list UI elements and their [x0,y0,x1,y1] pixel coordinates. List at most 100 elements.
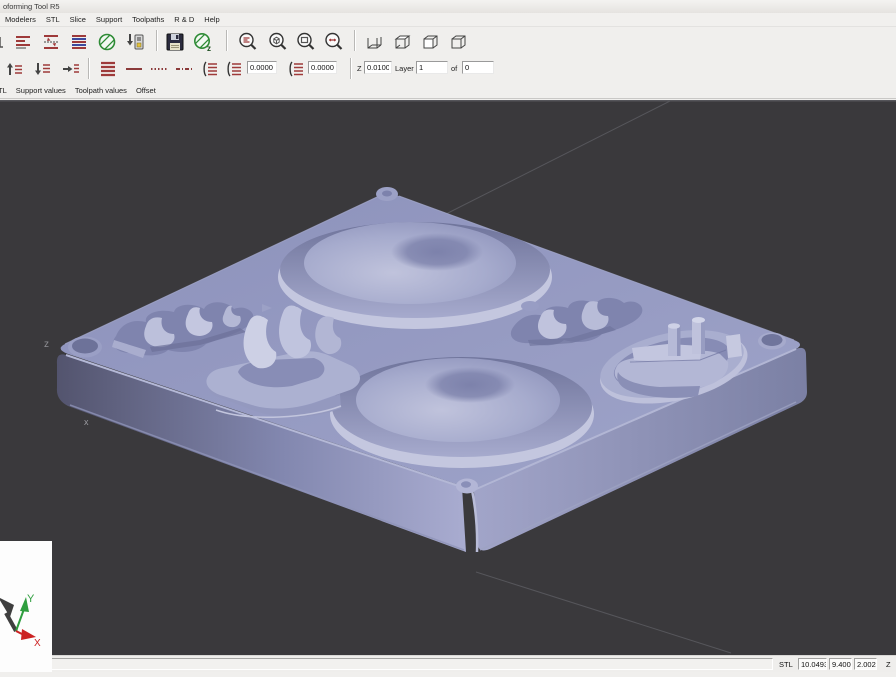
line-solid-button[interactable] [121,57,147,80]
cropped-toolbar-button[interactable] [0,29,6,54]
layer-up-icon [4,58,26,80]
slice-lines-button[interactable] [10,29,36,54]
view-box-side-icon [420,31,442,53]
line-solid-icon [123,58,145,80]
zoom-cube-button[interactable] [265,29,291,54]
y-axis-label: Y [27,593,35,605]
viewport-3d[interactable]: z x [0,100,896,655]
view-box-bottom-button[interactable] [362,29,388,54]
line-dotted-icon [148,58,170,80]
corner-hole-left [68,337,102,358]
lines-thick-button[interactable] [95,57,121,80]
cropped-icon [0,31,4,53]
status-coord-x: 10.0493 [798,658,827,670]
build-machine-button[interactable] [122,29,148,54]
zoom-slices-button[interactable] [235,29,261,54]
lines-thick-icon [97,58,119,80]
dome-cavity-upper [278,222,552,329]
hatch-circle-z-icon: z [192,31,214,53]
zoom-extents-button[interactable] [321,29,347,54]
toolbar-layers: Z Layer of [0,56,896,82]
bracket-lines-button[interactable] [197,57,223,80]
wire-x-label: x [84,417,89,427]
slice-end-field[interactable] [308,61,337,74]
status-bar: STL 10.0493 9.4006 2.0024 Z [0,655,896,672]
menu-rd[interactable]: R & D [169,15,199,24]
y-axis-arrow [16,609,24,631]
slice-end-button[interactable] [283,57,309,80]
z-label: Z [357,64,362,73]
axis-indicator-panel: Y X [0,541,52,672]
build-machine-icon [124,31,146,53]
z-step-field[interactable] [364,61,392,74]
line-dotted-button[interactable] [146,57,172,80]
menu-slice[interactable]: Slice [65,15,91,24]
toolbar-separator [88,58,90,79]
toolbar-separator [226,30,228,51]
line-dashdot-button[interactable] [171,57,197,80]
save-icon [164,31,186,53]
model-render: z x [0,100,896,655]
layer-up-button[interactable] [2,57,28,80]
layer-down-icon [32,58,54,80]
tab-toolpath-values[interactable]: Toolpath values [75,86,127,95]
slice-lines-icon [12,31,34,53]
window-titlebar[interactable]: oforming Tool R5 [0,0,896,13]
layer-down-button[interactable] [30,57,56,80]
slice-start-icon [223,58,245,80]
corner-boss-top [376,187,398,201]
view-box-top-button[interactable] [390,29,416,54]
view-box-bottom-icon [364,31,386,53]
menu-stl[interactable]: STL [41,15,65,24]
slice-start-field[interactable] [247,61,277,74]
value-tabs: STL Support values Toolpath values Offse… [0,82,896,99]
tab-support-values[interactable]: Support values [16,86,66,95]
of-label: of [451,64,457,73]
slice-compress-button[interactable] [38,29,64,54]
layer-goto-icon [60,58,82,80]
layer-goto-button[interactable] [58,57,84,80]
zoom-window-button[interactable] [293,29,319,54]
menu-modelers[interactable]: Modelers [0,15,41,24]
corner-boss-bottom [456,479,478,494]
svg-text:z: z [207,44,211,53]
slice-stack-icon [68,31,90,53]
z-axis-arrow [6,613,16,631]
save-button[interactable] [162,29,188,54]
view-box-side-button[interactable] [418,29,444,54]
tab-offset[interactable]: Offset [136,86,156,95]
toolbar-separator [354,30,356,51]
tab-stl[interactable]: STL [0,86,7,95]
hatch-circle-button[interactable] [94,29,120,54]
dome-cavity-lower [330,357,594,468]
status-mode-label: STL [779,660,793,669]
zoom-window-icon [295,31,317,53]
slice-compress-icon [40,31,62,53]
status-coord-y: 9.4006 [829,658,852,670]
menu-support[interactable]: Support [91,15,127,24]
slice-end-icon [285,58,307,80]
zoom-extents-icon [323,31,345,53]
wire-z-label: z [44,339,49,350]
x-axis-label: X [34,638,41,649]
status-z-label: Z [886,660,891,669]
toolbar-separator [350,58,352,79]
view-box-top-icon [392,31,414,53]
status-message-panel [2,658,773,670]
view-box-iso-button[interactable] [446,29,472,54]
status-coord-z: 2.0024 [854,658,877,670]
slice-start-button[interactable] [221,57,247,80]
hatch-circle-icon [96,31,118,53]
menu-help[interactable]: Help [199,15,224,24]
layer-total-field[interactable] [462,61,494,74]
line-dashdot-icon [173,58,195,80]
layer-number-field[interactable] [416,61,448,74]
hatch-circle-z-button[interactable]: z [190,29,216,54]
view-box-iso-icon [448,31,470,53]
slice-stack-button[interactable] [66,29,92,54]
zoom-slices-icon [237,31,259,53]
bracket-lines-icon [199,58,221,80]
layer-label: Layer [395,64,414,73]
corner-hole-right [758,333,786,350]
menu-toolpaths[interactable]: Toolpaths [127,15,169,24]
